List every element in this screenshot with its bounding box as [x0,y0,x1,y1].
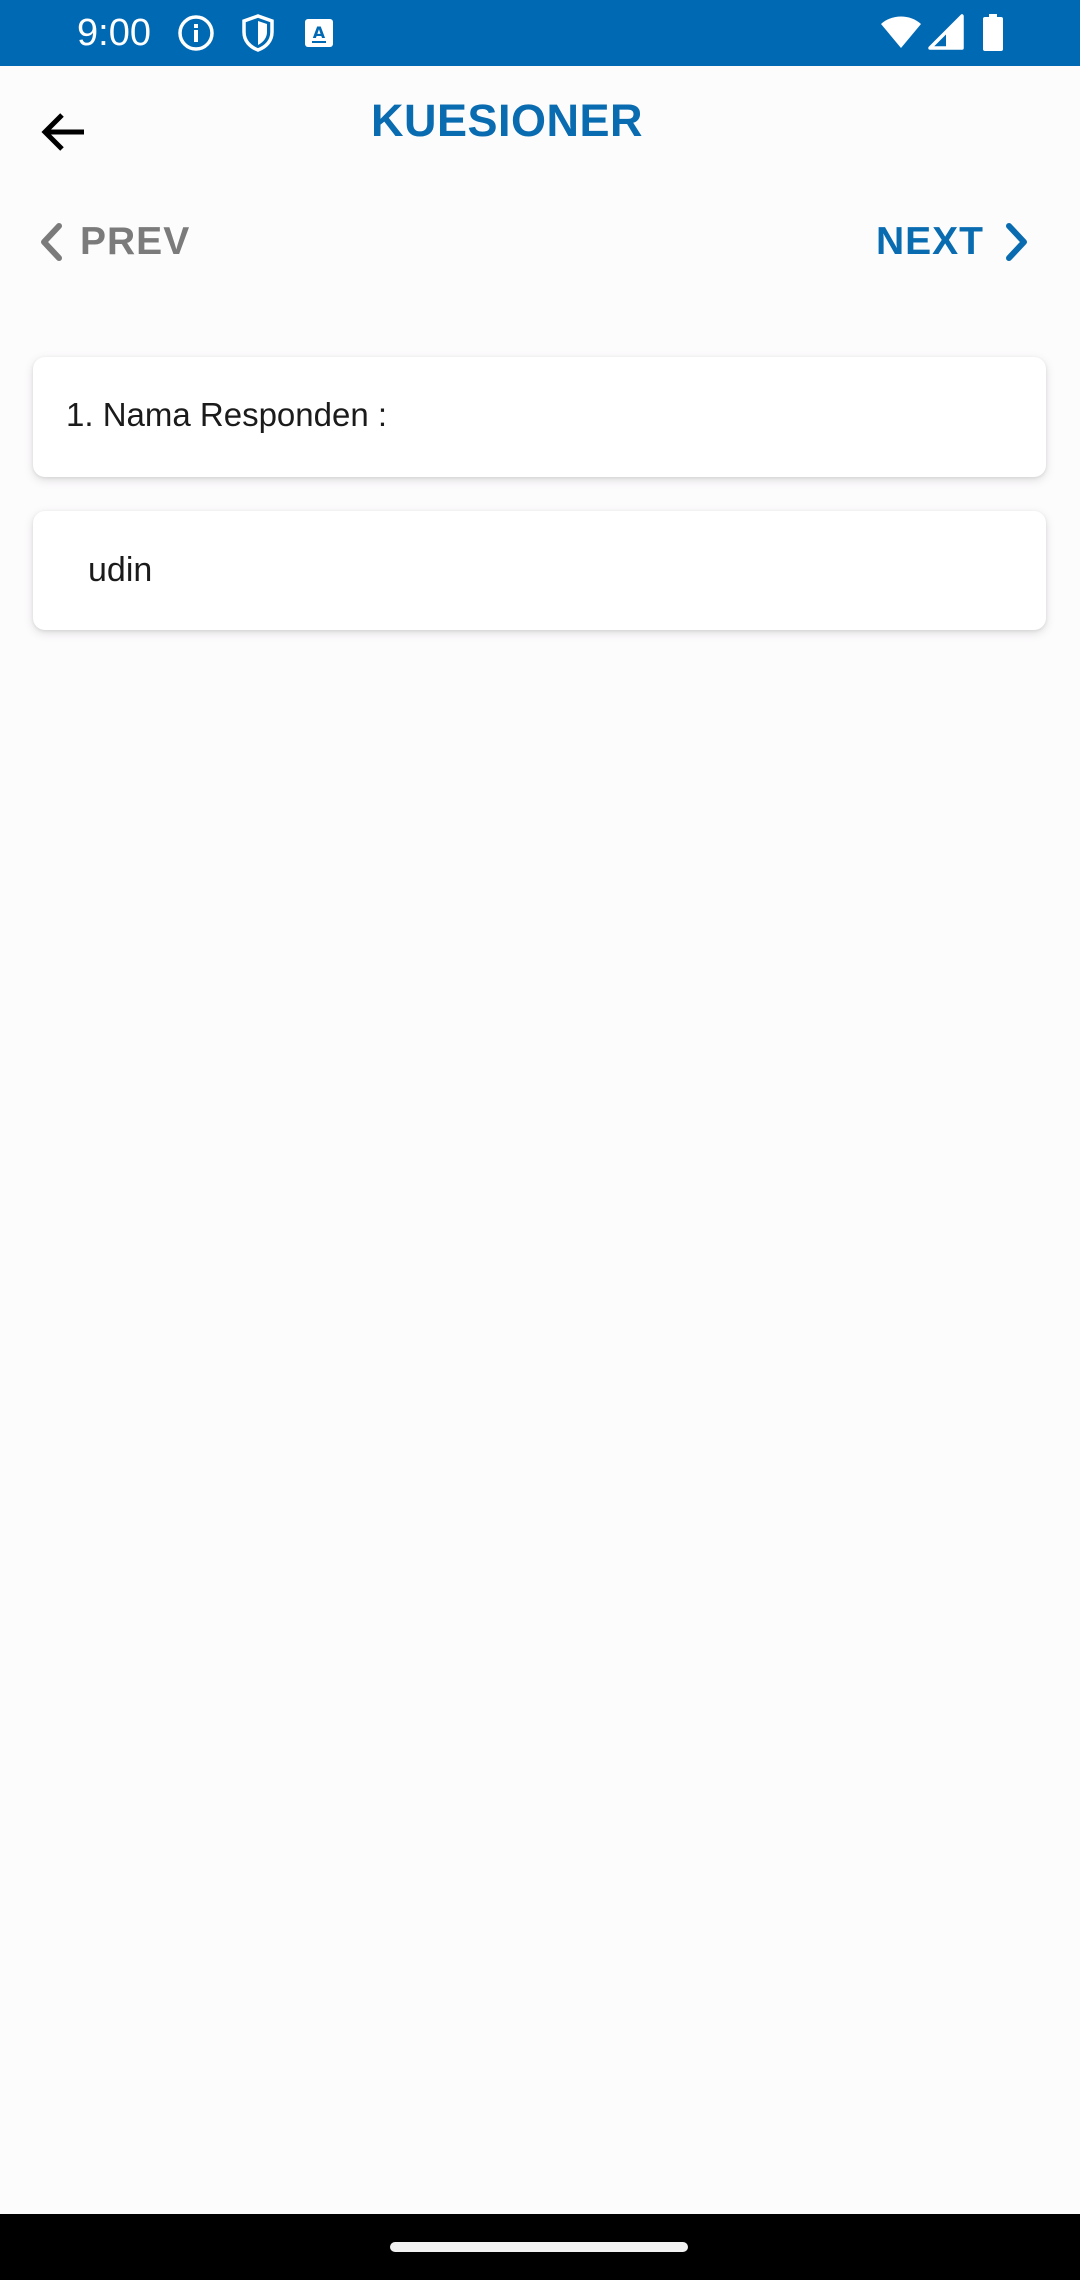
svg-text:A: A [313,23,326,42]
next-button[interactable]: NEXT [876,214,1030,270]
next-label: NEXT [875,220,984,263]
cellular-icon [928,14,964,54]
question-text: 1. Nama Responden : [66,396,388,433]
navigation-gesture-bar [0,2214,1080,2280]
question-card: 1. Nama Responden : [33,357,1046,477]
battery-icon [982,14,1004,54]
chevron-right-icon [1004,222,1030,262]
shield-icon [240,13,276,53]
prev-label: PREV [80,220,191,263]
app-bar: KUESIONER [0,66,1080,178]
chevron-left-icon [38,222,64,262]
status-time: 9:00 [77,12,151,54]
answer-input[interactable] [88,535,988,605]
status-bar: 9:00 A [0,0,1080,66]
question-navigation: PREV NEXT [0,200,1080,284]
keyboard-a-icon: A [304,18,334,58]
wifi-icon [880,14,922,54]
prev-button[interactable]: PREV [38,214,190,270]
gesture-handle[interactable] [390,2242,688,2252]
info-icon [176,13,216,53]
answer-card [33,511,1046,630]
page-title: KUESIONER [370,95,644,146]
